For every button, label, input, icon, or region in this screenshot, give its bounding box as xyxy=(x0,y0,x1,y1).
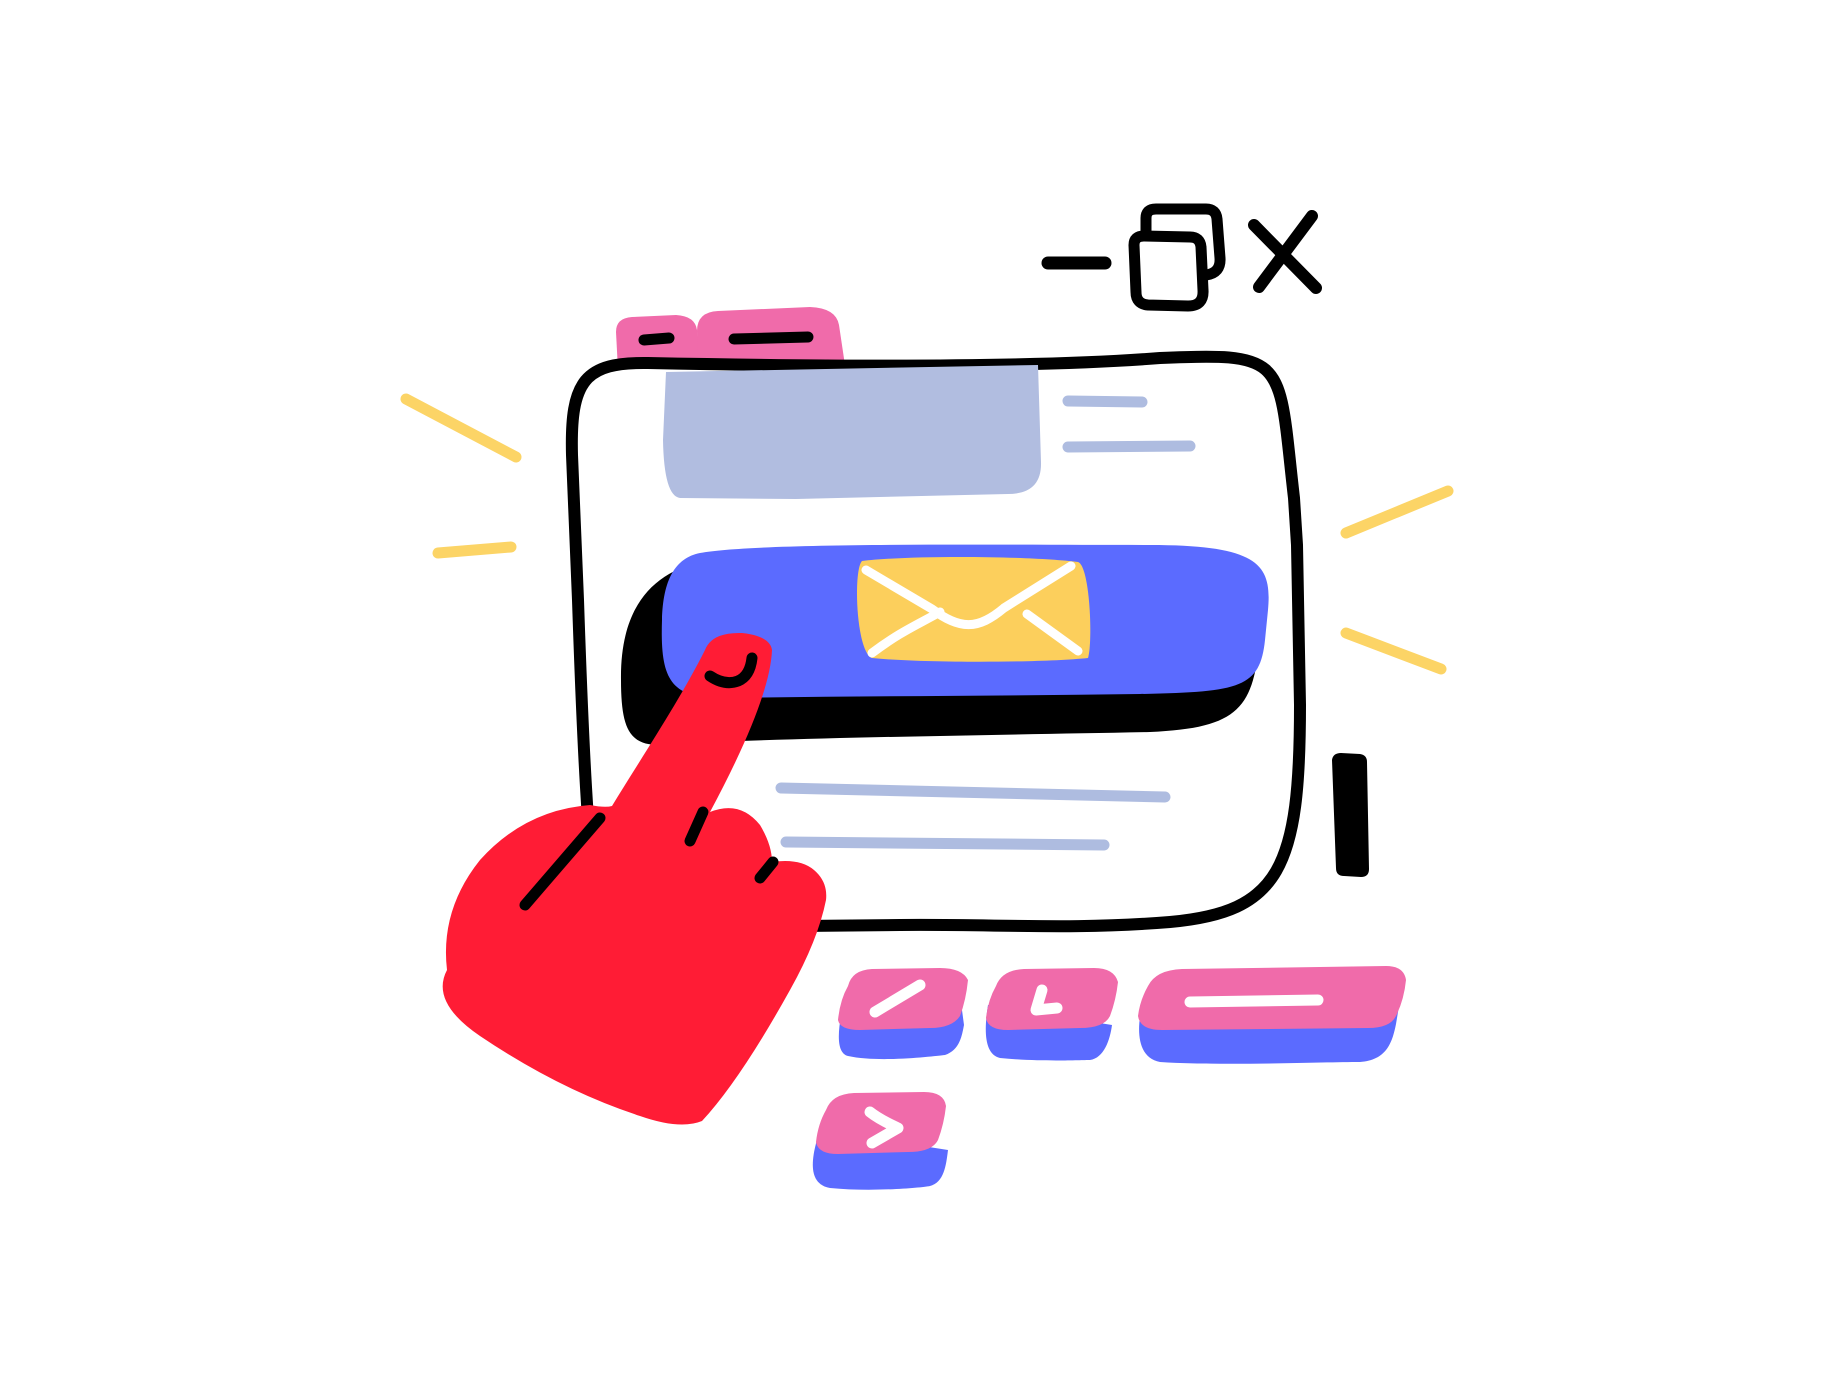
sparkle-line xyxy=(432,541,517,559)
key-enter[interactable] xyxy=(985,968,1118,1061)
restore-icon[interactable] xyxy=(1128,203,1226,312)
tab-long-line xyxy=(728,331,814,345)
illustration-canvas xyxy=(0,0,1840,1380)
key-space[interactable] xyxy=(1138,966,1406,1064)
key-slash[interactable] xyxy=(838,968,968,1060)
text-line xyxy=(1062,395,1148,408)
text-line xyxy=(780,836,1110,851)
sparkle-line xyxy=(1340,627,1447,675)
text-line xyxy=(1062,440,1196,453)
space-bar-icon xyxy=(1184,994,1324,1008)
tab-short-line xyxy=(638,332,675,346)
envelope-icon xyxy=(856,556,1091,662)
key-greater-than[interactable] xyxy=(812,1092,948,1190)
keyboard xyxy=(812,966,1406,1190)
sparkle-line xyxy=(400,393,522,463)
close-icon[interactable] xyxy=(1248,210,1322,294)
text-cursor-icon xyxy=(1332,753,1369,877)
window-controls xyxy=(1041,203,1322,312)
header-image-block xyxy=(663,365,1042,499)
illustration-svg xyxy=(400,203,1454,1190)
sparkle-line xyxy=(1340,485,1454,539)
